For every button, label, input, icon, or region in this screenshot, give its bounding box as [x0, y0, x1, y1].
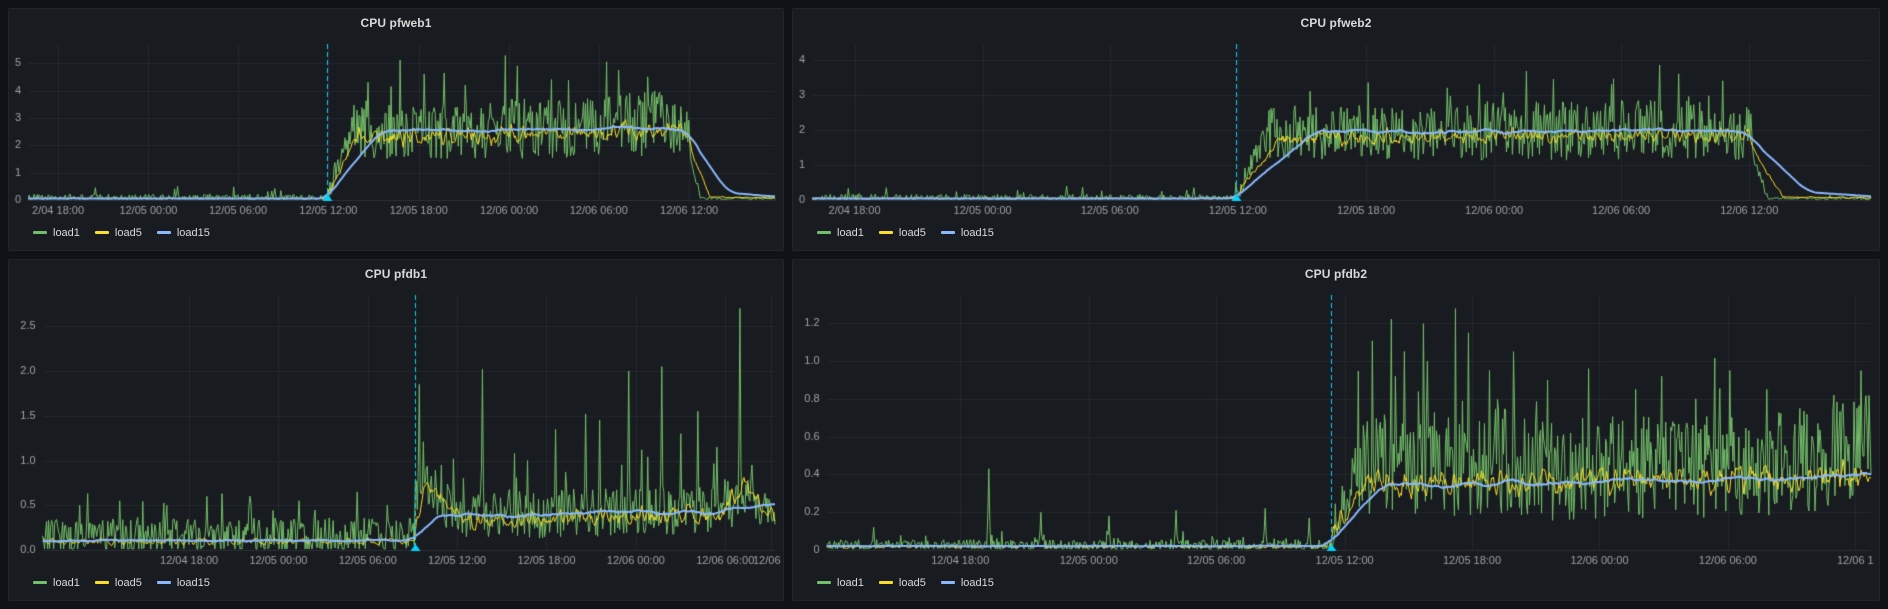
panel-header[interactable]: CPU pfdb2: [793, 260, 1879, 287]
legend: load1 load5 load15: [793, 220, 1879, 250]
series-color-swatch: [817, 231, 831, 234]
legend-label: load15: [177, 577, 210, 589]
legend-item-load5[interactable]: load5: [95, 577, 142, 589]
legend-label: load1: [837, 577, 864, 589]
timeseries-chart[interactable]: [9, 287, 783, 570]
legend-item-load15[interactable]: load15: [157, 577, 210, 589]
chart-area: [9, 36, 783, 220]
panel-title[interactable]: CPU pfweb2: [1300, 16, 1371, 30]
series-color-swatch: [879, 581, 893, 584]
legend: load1 load5 load15: [9, 570, 783, 600]
series-color-swatch: [95, 581, 109, 584]
legend-item-load1[interactable]: load1: [33, 227, 80, 239]
legend-label: load5: [899, 227, 926, 239]
series-color-swatch: [157, 231, 171, 234]
panel-cpu-pfdb1: CPU pfdb1 load1 load5 load15: [8, 259, 784, 601]
timeseries-chart[interactable]: [793, 287, 1879, 570]
series-color-swatch: [95, 231, 109, 234]
legend-label: load15: [177, 227, 210, 239]
legend: load1 load5 load15: [793, 570, 1879, 600]
panel-title[interactable]: CPU pfdb2: [1305, 267, 1367, 281]
chart-area: [9, 287, 783, 570]
legend-label: load15: [961, 227, 994, 239]
panel-cpu-pfweb2: CPU pfweb2 load1 load5 load15: [792, 8, 1880, 251]
legend-label: load5: [115, 577, 142, 589]
series-color-swatch: [157, 581, 171, 584]
legend-label: load5: [899, 577, 926, 589]
legend-item-load1[interactable]: load1: [817, 227, 864, 239]
legend-item-load15[interactable]: load15: [941, 227, 994, 239]
legend-item-load1[interactable]: load1: [33, 577, 80, 589]
chart-area: [793, 287, 1879, 570]
timeseries-chart[interactable]: [9, 36, 783, 220]
legend-item-load5[interactable]: load5: [879, 577, 926, 589]
grafana-dashboard: CPU pfweb1 load1 load5 load15 CPU pfweb2: [0, 0, 1888, 609]
panel-header[interactable]: CPU pfweb1: [9, 9, 783, 36]
legend-item-load5[interactable]: load5: [879, 227, 926, 239]
panel-header[interactable]: CPU pfdb1: [9, 260, 783, 287]
panel-header[interactable]: CPU pfweb2: [793, 9, 1879, 36]
series-color-swatch: [33, 231, 47, 234]
series-color-swatch: [817, 581, 831, 584]
legend-label: load15: [961, 577, 994, 589]
legend: load1 load5 load15: [9, 220, 783, 250]
legend-item-load5[interactable]: load5: [95, 227, 142, 239]
series-color-swatch: [941, 231, 955, 234]
series-color-swatch: [879, 231, 893, 234]
series-color-swatch: [941, 581, 955, 584]
timeseries-chart[interactable]: [793, 36, 1879, 220]
legend-label: load1: [53, 577, 80, 589]
panel-title[interactable]: CPU pfdb1: [365, 267, 427, 281]
panel-cpu-pfdb2: CPU pfdb2 load1 load5 load15: [792, 259, 1880, 601]
legend-item-load15[interactable]: load15: [941, 577, 994, 589]
legend-label: load1: [837, 227, 864, 239]
legend-label: load1: [53, 227, 80, 239]
panel-title[interactable]: CPU pfweb1: [360, 16, 431, 30]
chart-area: [793, 36, 1879, 220]
legend-item-load1[interactable]: load1: [817, 577, 864, 589]
panel-cpu-pfweb1: CPU pfweb1 load1 load5 load15: [8, 8, 784, 251]
legend-item-load15[interactable]: load15: [157, 227, 210, 239]
legend-label: load5: [115, 227, 142, 239]
series-color-swatch: [33, 581, 47, 584]
